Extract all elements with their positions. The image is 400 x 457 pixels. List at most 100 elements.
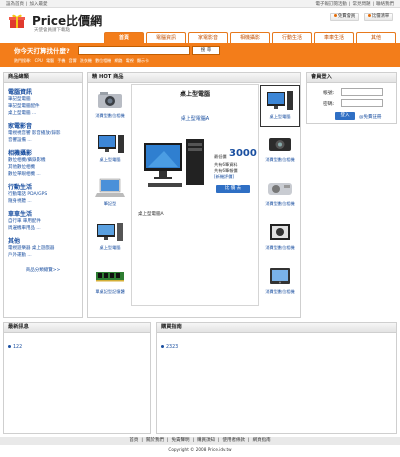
product-thumb[interactable]: 桌上型電腦 (90, 217, 130, 259)
product-thumb[interactable]: 筆記型 (90, 173, 130, 215)
category-item[interactable]: 電視視音響 影音播放/錄影 (4, 130, 82, 137)
tab-home[interactable]: 首頁 (104, 32, 144, 43)
compare-button[interactable]: 比 價 去 (216, 185, 250, 193)
laptop-image (94, 176, 126, 200)
sidebar-title: 商品總類 (4, 73, 82, 83)
price-label: 最低價 (214, 154, 227, 159)
footer-link[interactable]: 免責聲明 (171, 438, 189, 443)
keyword-link[interactable]: 洗衣機 (80, 58, 92, 63)
tab-home-av[interactable]: 家電影音 (188, 32, 228, 43)
category-computers[interactable]: 電腦資訊 (4, 87, 82, 96)
keyword-link[interactable]: 數位相機 (95, 58, 111, 63)
tab-vehicles[interactable]: 車車生活 (314, 32, 354, 43)
keyword-link[interactable]: 電視 (126, 58, 134, 63)
category-item[interactable]: 筆記型電腦配件 (4, 103, 82, 110)
utility-links-right: 電子報訂閱活動 | 常見問題 | 聯絡我們 (315, 2, 394, 7)
news-title: 最新訊息 (4, 323, 150, 333)
guide-item[interactable]: 2323 (161, 345, 178, 350)
category-item[interactable]: 行動電話 PDA/GPS (4, 191, 82, 198)
desktop-image (94, 220, 126, 244)
tab-other[interactable]: 其他 (356, 32, 396, 43)
camera-image (264, 264, 296, 288)
search-button[interactable]: 搜 尋 (192, 46, 220, 55)
category-mobile[interactable]: 行動生活 (4, 182, 82, 191)
account-input[interactable] (341, 88, 383, 96)
featured-desktop-image[interactable] (142, 137, 208, 193)
login-button[interactable]: 登入 (335, 112, 355, 120)
search-input[interactable] (78, 46, 190, 55)
featured-title: 桌上型電腦 (179, 91, 210, 98)
camera-image (264, 220, 296, 244)
featured-subtitle[interactable]: 桌上型電腦A (132, 115, 258, 122)
keyword-link[interactable]: 手機 (57, 58, 65, 63)
product-thumb[interactable]: 消費型數位相機 (90, 85, 130, 127)
product-thumb[interactable]: 消費型數位相機 (260, 173, 300, 215)
main-nav: 首頁 電腦資訊 家電影音 相機攝影 行動生活 車車生活 其他 (104, 32, 396, 43)
guide-title: 購買指南 (157, 323, 396, 333)
category-item[interactable]: 桌上型電腦 ... (4, 110, 82, 117)
keyword-link[interactable]: 電腦 (46, 58, 54, 63)
list-icon (368, 14, 371, 17)
site-logo-subtitle: 天使會員請下載點 (34, 28, 70, 33)
faq-link[interactable]: 常見問題 (352, 2, 370, 7)
keyword-link[interactable]: CPU (35, 58, 43, 63)
hot-keywords-label: 熱門搜尋: (14, 58, 32, 63)
hot-products-title: 精 HOT 商品 (88, 73, 300, 83)
newsletter-link[interactable]: 電子報訂閱活動 (315, 2, 347, 7)
product-thumb-selected[interactable]: 桌上型電腦 (260, 85, 300, 127)
footer-link[interactable]: 使用者條款 (223, 438, 246, 443)
category-item[interactable]: 電視遊樂器 桌上遊戲器 (4, 245, 82, 252)
category-other[interactable]: 其他 (4, 236, 82, 245)
add-favorite-link[interactable]: 加入最愛 (30, 2, 48, 7)
category-item[interactable]: 數位相機/攝錄影機 (4, 157, 82, 164)
featured-product: 桌上型電腦 桌上型電腦A 最低價 3000 共有6筆資料 共有6筆報價 [新機評… (131, 84, 259, 306)
product-thumb[interactable]: 單桌記型記憶體 (90, 261, 130, 303)
category-overview-link[interactable]: 商品分類總覽>> (4, 267, 82, 273)
set-homepage-link[interactable]: 設為首頁 (6, 2, 24, 7)
account-label: 帳號: (323, 91, 335, 96)
product-thumb[interactable]: 消費型數位相機 (260, 261, 300, 303)
category-home-av[interactable]: 家電影音 (4, 121, 82, 130)
featured-caption: 桌上型電腦A (138, 212, 164, 217)
desktop-image (94, 132, 126, 156)
keyword-link[interactable]: 音響 (69, 58, 77, 63)
free-member-button[interactable]: 免費會員 (330, 13, 360, 21)
product-thumb[interactable]: 桌上型電腦 (90, 129, 130, 171)
featured-price: 3000 (229, 148, 257, 159)
category-sidebar: 商品總類 電腦資訊 筆記型電腦 筆記型電腦配件 桌上型電腦 ... 家電影音 電… (3, 72, 83, 318)
gift-logo-icon (8, 13, 26, 29)
password-input[interactable] (341, 99, 383, 107)
copyright: Copyright © 2008 Price.idv.tw (168, 447, 232, 452)
review-link[interactable]: [新機評價] (214, 174, 234, 180)
product-thumb[interactable]: 消費型數位相機 (260, 129, 300, 171)
contact-link[interactable]: 聯絡我們 (376, 2, 394, 7)
keyword-link[interactable]: 顯示卡 (137, 58, 149, 63)
category-item[interactable]: 自行車 車用配件 (4, 218, 82, 225)
footer-link[interactable]: 關於我們 (146, 438, 164, 443)
footer-link[interactable]: 購買須知 (197, 438, 215, 443)
category-item[interactable]: 周邊機車用品 ... (4, 225, 82, 232)
category-cameras[interactable]: 相機攝影 (4, 148, 82, 157)
category-item[interactable]: 數位單眼相機 ... (4, 171, 82, 178)
footer-link[interactable]: 網頁指南 (253, 438, 271, 443)
tab-computers[interactable]: 電腦資訊 (146, 32, 186, 43)
memory-image (94, 264, 126, 288)
news-item[interactable]: 122 (8, 345, 22, 350)
buying-guide-panel: 購買指南 2323 (156, 322, 397, 434)
category-vehicles[interactable]: 車車生活 (4, 209, 82, 218)
price-list-button[interactable]: 比價清單 (364, 13, 394, 21)
desktop-image (264, 89, 296, 113)
register-link[interactable]: @免費註冊 (359, 114, 382, 120)
category-item[interactable]: 其他數位相機 (4, 164, 82, 171)
category-item[interactable]: 隨身視聽 ... (4, 198, 82, 205)
product-thumb[interactable]: 消費型數位相機 (260, 217, 300, 259)
category-item[interactable]: 戶外運動 ... (4, 252, 82, 259)
camera-image (264, 176, 296, 200)
category-item[interactable]: 音響設備 ... (4, 137, 82, 144)
tab-cameras[interactable]: 相機攝影 (230, 32, 270, 43)
news-panel: 最新訊息 122 (3, 322, 151, 434)
keyword-link[interactable]: 網路 (114, 58, 122, 63)
tab-mobile[interactable]: 行動生活 (272, 32, 312, 43)
category-item[interactable]: 筆記型電腦 (4, 96, 82, 103)
footer-link[interactable]: 首頁 (129, 438, 138, 443)
